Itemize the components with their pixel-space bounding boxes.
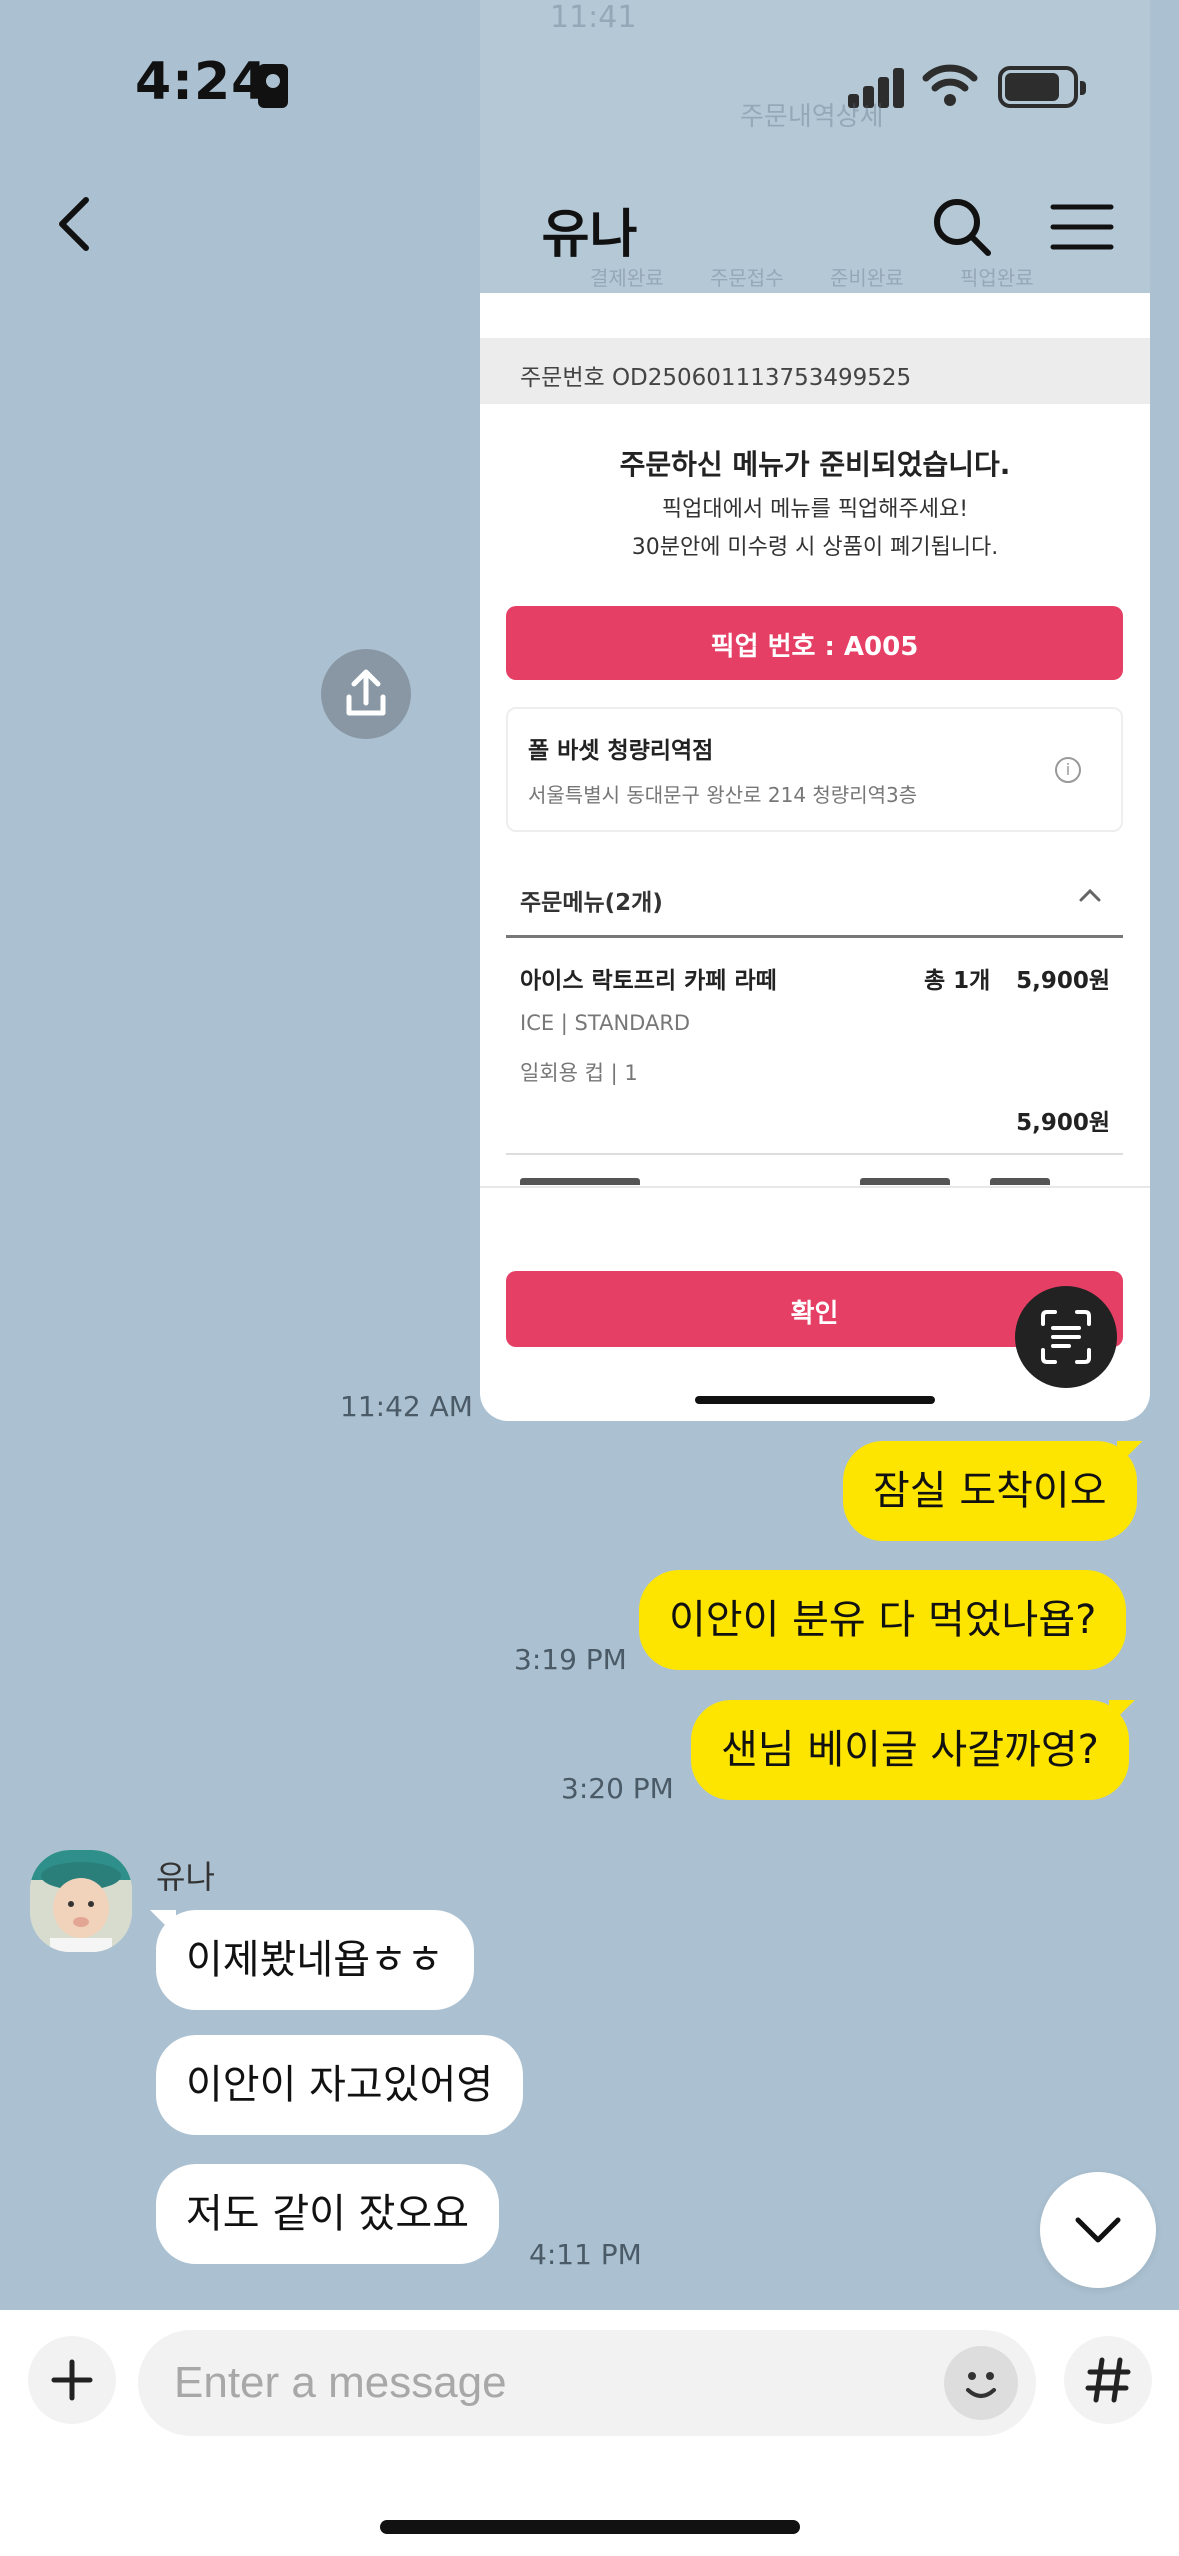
store-address: 서울특별시 동대문구 왕산로 214 청량리역3층 <box>528 783 918 807</box>
item-name: 아이스 락토프리 카페 라떼 <box>520 968 777 994</box>
item-count: 총 1개 <box>924 968 991 994</box>
ghost-title: 주문내역상세 <box>740 102 884 132</box>
item-option-1: ICE | STANDARD <box>520 1011 691 1035</box>
avatar-image <box>30 1850 132 1952</box>
chat-title: 유나 <box>541 205 638 265</box>
home-indicator <box>380 2520 800 2534</box>
share-icon <box>346 669 386 716</box>
chat-header: 유나 <box>0 170 1179 280</box>
ready-subtitle-2: 30분안에 미수령 시 상품이 폐기됩니다. <box>631 535 999 560</box>
item-divider <box>506 1153 1123 1155</box>
image-timestamp: 11:42 AM <box>340 1390 473 1423</box>
chevron-down-icon <box>1075 2217 1121 2243</box>
message-timestamp: 3:19 PM <box>514 1643 627 1676</box>
my-message[interactable]: 샌님 베이글 사갈까영? <box>691 1700 1129 1800</box>
chevron-up-icon <box>1079 888 1101 902</box>
menu-icon[interactable] <box>1050 202 1114 252</box>
text-scan-icon <box>1041 1310 1091 1364</box>
plus-icon <box>51 2359 93 2401</box>
pickup-number-bar: 픽업 번호 : A005 <box>506 606 1123 680</box>
share-button[interactable] <box>321 649 411 739</box>
store-name: 폴 바셋 청량리역점 <box>528 738 714 764</box>
item-subtotal: 5,900원 <box>1016 1110 1110 1136</box>
search-icon[interactable] <box>930 195 994 259</box>
order-menu-header: 주문메뉴(2개) <box>520 890 663 916</box>
item-price: 5,900원 <box>1016 968 1110 994</box>
message-input-area <box>0 2310 1179 2556</box>
menu-divider <box>506 935 1123 938</box>
id-card-icon <box>258 64 288 108</box>
attach-plus-button[interactable] <box>28 2336 116 2424</box>
sender-name: 유나 <box>156 1858 215 1896</box>
store-info-box: 폴 바셋 청량리역점 서울특별시 동대문구 왕산로 214 청량리역3층 i <box>506 707 1123 832</box>
my-message[interactable]: 이안이 분유 다 먹었나욥? <box>639 1570 1127 1670</box>
message-timestamp: 4:11 PM <box>529 2238 642 2271</box>
ready-subtitle-1: 픽업대에서 메뉴를 픽업해주세요! <box>661 497 969 522</box>
hashtag-icon <box>1085 2357 1131 2403</box>
their-message[interactable]: 저도 같이 잤오요 <box>156 2164 500 2264</box>
their-message[interactable]: 이제봤네욥ㅎㅎ <box>156 1910 474 2010</box>
status-time: 4:24 <box>135 52 269 112</box>
message-input[interactable] <box>138 2330 1036 2436</box>
scroll-to-bottom-button[interactable] <box>1040 2172 1156 2288</box>
message-timestamp: 3:20 PM <box>561 1772 674 1805</box>
screenshot-home-indicator <box>695 1396 935 1404</box>
hashtag-button[interactable] <box>1064 2336 1152 2424</box>
ghost-time: 11:41 <box>550 0 637 35</box>
smiley-icon <box>966 2372 996 2398</box>
info-icon: i <box>1055 757 1081 783</box>
shared-image[interactable]: 주문번호 OD250601113753499525 주문하신 메뉴가 준비되었습… <box>480 293 1150 1421</box>
their-message[interactable]: 이안이 자고있어영 <box>156 2035 524 2135</box>
ready-title: 주문하신 메뉴가 준비되었습니다. <box>619 448 1011 481</box>
order-number: 주문번호 OD250601113753499525 <box>480 338 1150 404</box>
emoji-button[interactable] <box>944 2346 1018 2420</box>
scan-text-button[interactable] <box>1015 1286 1117 1388</box>
cutoff-item-row <box>520 1173 1120 1185</box>
item-option-2: 일회용 컵 | 1 <box>520 1061 638 1085</box>
scroll-divider <box>480 1186 1150 1188</box>
avatar[interactable] <box>30 1850 132 1952</box>
my-message[interactable]: 잠실 도착이오 <box>843 1441 1137 1541</box>
